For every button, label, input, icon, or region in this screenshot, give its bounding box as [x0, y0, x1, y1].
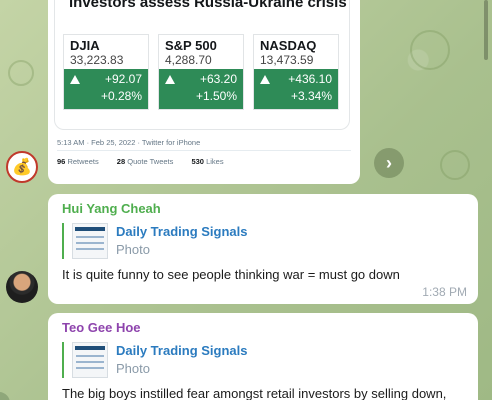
avatar[interactable] — [0, 392, 10, 400]
wallpaper-doodle — [410, 30, 450, 70]
up-arrow-icon — [165, 75, 175, 84]
index-percent: +1.50% — [195, 89, 237, 103]
index-change: +436.10 — [288, 72, 332, 86]
up-arrow-icon — [70, 75, 80, 84]
reply-preview[interactable]: Daily Trading Signals Photo — [62, 342, 362, 378]
message-bubble[interactable]: Teo Gee Hoe Daily Trading Signals Photo … — [48, 313, 478, 400]
reply-title: Daily Trading Signals — [116, 343, 248, 358]
retweets-count: 96 — [57, 157, 66, 166]
retweets-stat[interactable]: 96 Retweets — [57, 157, 107, 166]
tweet-headline: investors assess Russia-Ukraine crisis — [69, 0, 347, 11]
index-change-panel: +63.20 +1.50% — [159, 69, 243, 109]
index-name: S&P 500 — [165, 38, 217, 53]
tweet-card[interactable]: investors assess Russia-Ukraine crisis D… — [48, 0, 360, 184]
reply-thumbnail — [72, 223, 108, 259]
index-percent: +0.28% — [100, 89, 142, 103]
index-box-djia: DJIA 33,223.83 +92.07 +0.28% — [63, 34, 149, 110]
retweets-label: Retweets — [67, 157, 99, 166]
index-value: 4,288.70 — [165, 53, 212, 67]
message-bubble[interactable]: Hui Yang Cheah Daily Trading Signals Pho… — [48, 194, 478, 304]
divider — [57, 150, 351, 151]
index-percent: +3.34% — [290, 89, 332, 103]
reply-subtitle: Photo — [116, 361, 150, 376]
likes-label: Likes — [206, 157, 224, 166]
index-value: 33,223.83 — [70, 53, 124, 67]
tweet-stats: 96 Retweets 28 Quote Tweets 530 Likes — [57, 157, 240, 166]
tweet-image: investors assess Russia-Ukraine crisis D… — [54, 0, 350, 130]
index-value: 13,473.59 — [260, 53, 314, 67]
reply-preview[interactable]: Daily Trading Signals Photo — [62, 223, 362, 259]
tweet-timestamp: 5:13 AM · Feb 25, 2022 · Twitter for iPh… — [57, 138, 201, 147]
sender-name[interactable]: Hui Yang Cheah — [62, 201, 161, 216]
sender-name[interactable]: Teo Gee Hoe — [62, 320, 141, 335]
scrollbar[interactable] — [484, 0, 488, 60]
up-arrow-icon — [260, 75, 270, 84]
index-change: +63.20 — [199, 72, 237, 86]
money-bag-icon: 💰 — [12, 159, 32, 176]
index-box-sp500: S&P 500 4,288.70 +63.20 +1.50% — [158, 34, 244, 110]
avatar[interactable] — [6, 271, 38, 303]
index-name: DJIA — [70, 38, 100, 53]
message-text: The big boys instilled fear amongst reta… — [62, 386, 447, 400]
index-change-panel: +436.10 +3.34% — [254, 69, 338, 109]
index-change-panel: +92.07 +0.28% — [64, 69, 148, 109]
index-change: +92.07 — [104, 72, 142, 86]
message-time: 1:38 PM — [422, 285, 467, 299]
likes-stat[interactable]: 530 Likes — [191, 157, 231, 166]
reply-subtitle: Photo — [116, 242, 150, 257]
forward-button[interactable]: › — [374, 148, 404, 178]
message-text: It is quite funny to see people thinking… — [62, 267, 400, 282]
likes-count: 530 — [191, 157, 204, 166]
quotes-count: 28 — [116, 157, 126, 166]
chevron-right-icon: › — [386, 152, 392, 173]
reply-thumbnail — [72, 342, 108, 378]
wallpaper-doodle — [440, 150, 470, 180]
reply-title: Daily Trading Signals — [116, 224, 248, 239]
quotes-label: Quote Tweets — [127, 157, 174, 166]
index-name: NASDAQ — [260, 38, 317, 53]
wallpaper-doodle — [8, 60, 34, 86]
index-box-nasdaq: NASDAQ 13,473.59 +436.10 +3.34% — [253, 34, 339, 110]
avatar[interactable]: 💰 — [6, 151, 38, 183]
quote-tweets-stat[interactable]: 28 Quote Tweets — [117, 157, 182, 166]
